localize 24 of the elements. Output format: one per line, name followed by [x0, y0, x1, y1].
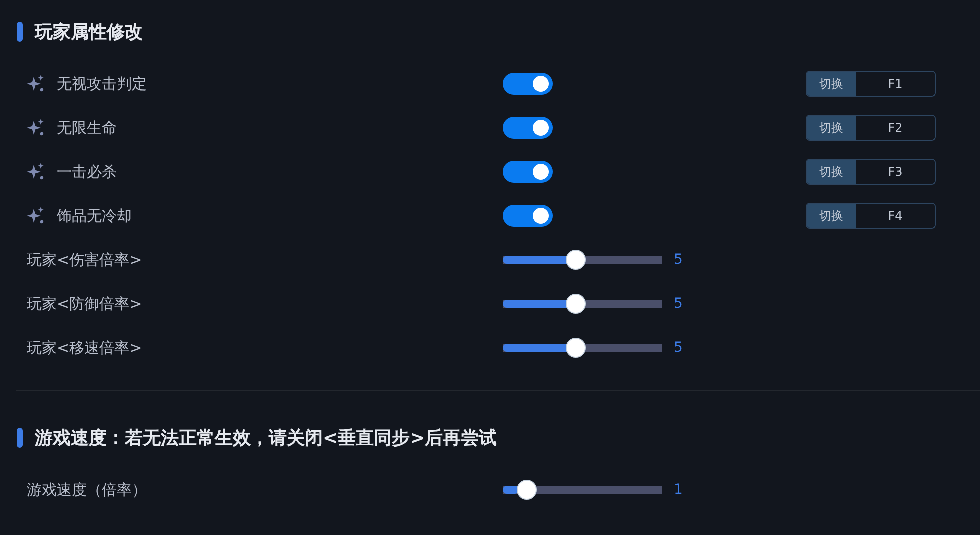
slider-value: 5	[674, 252, 683, 268]
option-label: 无限生命	[57, 118, 117, 138]
option-label: 玩家<防御倍率>	[27, 294, 142, 314]
sparkle-icon	[27, 163, 45, 181]
toggle-switch[interactable]	[503, 205, 553, 227]
section-title: 玩家属性修改	[35, 21, 143, 44]
toggle-switch[interactable]	[503, 161, 553, 183]
option-label: 玩家<移速倍率>	[27, 338, 142, 358]
section-title: 游戏速度：若无法正常生效，请关闭<垂直同步>后再尝试	[35, 427, 498, 450]
toggle-switch[interactable]	[503, 73, 553, 95]
option-label: 游戏速度（倍率）	[27, 480, 147, 500]
slider-value: 5	[674, 296, 683, 312]
slider-value: 5	[674, 340, 683, 356]
sparkle-icon	[27, 75, 45, 93]
option-label: 无视攻击判定	[57, 74, 147, 94]
heading-accent-bar	[17, 428, 23, 448]
slider-value: 1	[674, 482, 683, 498]
option-label: 饰品无冷却	[57, 206, 132, 226]
option-label: 玩家<伤害倍率>	[27, 250, 142, 270]
heading-accent-bar	[17, 22, 23, 42]
sparkle-icon	[27, 119, 45, 137]
sparkle-icon	[27, 207, 45, 225]
option-label: 一击必杀	[57, 162, 117, 182]
toggle-switch[interactable]	[503, 117, 553, 139]
